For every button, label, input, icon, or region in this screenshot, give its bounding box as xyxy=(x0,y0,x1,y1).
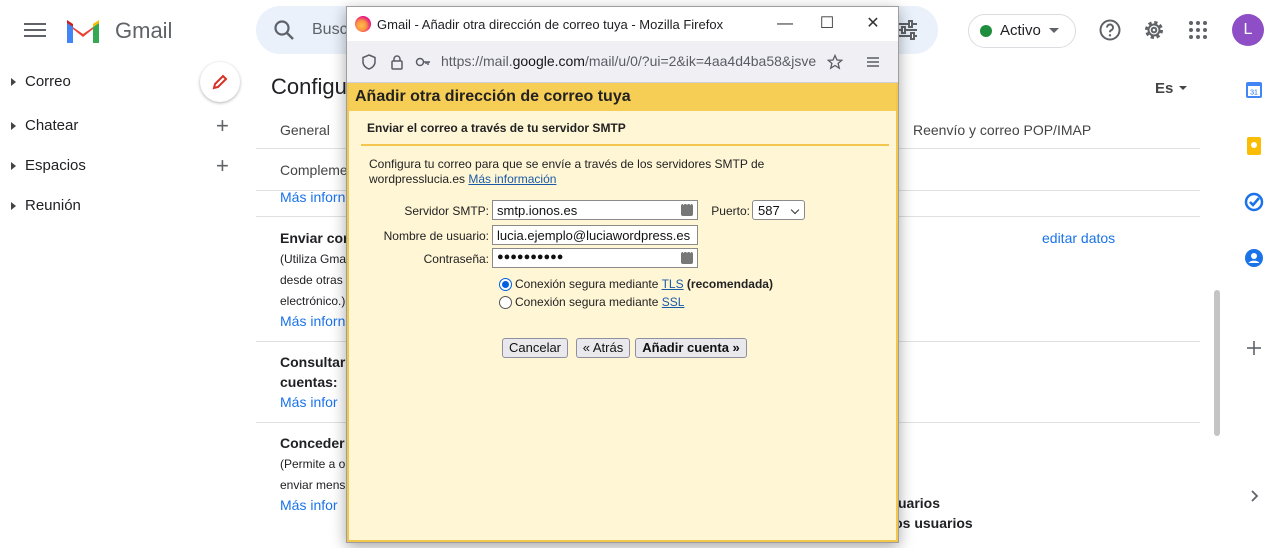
minimize-button[interactable]: — xyxy=(774,13,796,35)
add-space-icon[interactable]: + xyxy=(216,155,229,177)
gmail-logo-icon xyxy=(67,20,99,43)
send-as-desc-line: (Utiliza Gma xyxy=(280,252,347,266)
status-active-dot xyxy=(980,25,992,37)
expand-caret-icon[interactable] xyxy=(11,78,16,86)
expand-caret-icon[interactable] xyxy=(11,162,16,170)
more-info-link[interactable]: Más inforn xyxy=(280,189,345,205)
shield-icon[interactable] xyxy=(361,54,377,70)
status-caret-icon xyxy=(1049,28,1059,33)
page-title: Configu xyxy=(271,74,347,99)
back-button[interactable]: « Atrás xyxy=(576,338,630,358)
dialog-divider xyxy=(361,144,889,146)
status-label: Activo xyxy=(1000,22,1041,39)
chevron-down-icon[interactable] xyxy=(1179,86,1187,90)
dialog-subtitle: Enviar el correo a través de tu servidor… xyxy=(367,121,626,135)
sidebar-item-label: Chatear xyxy=(25,117,79,134)
gmail-logo-text: Gmail xyxy=(115,18,173,43)
option-label: uarios xyxy=(898,495,941,511)
ssl-radio[interactable] xyxy=(499,296,512,309)
more-info-link[interactable]: Más infor xyxy=(280,394,338,410)
more-info-link[interactable]: Más información xyxy=(468,172,556,186)
close-button[interactable]: ✕ xyxy=(862,13,884,35)
tab-forwarding[interactable]: Reenvío y correo POP/IMAP xyxy=(913,122,1091,138)
window-title: Gmail - Añadir otra dirección de correo … xyxy=(377,17,724,32)
sidebar-item-espacios[interactable]: Espacios + xyxy=(0,150,250,182)
password-manager-icon[interactable] xyxy=(681,249,693,264)
add-account-button[interactable]: Añadir cuenta » xyxy=(635,338,747,358)
key-icon[interactable] xyxy=(415,54,431,70)
port-label: Puerto: xyxy=(711,204,750,218)
pencil-icon xyxy=(212,74,228,90)
more-info-link[interactable]: Más infor xyxy=(280,497,338,513)
add-address-dialog: Añadir otra dirección de correo tuya Env… xyxy=(347,83,898,542)
grant-access-desc-line: enviar mens xyxy=(280,478,346,492)
expand-caret-icon[interactable] xyxy=(11,122,16,130)
port-select[interactable]: 587 xyxy=(752,200,805,220)
firefox-logo-icon xyxy=(355,16,371,32)
tls-radio-label[interactable]: Conexión segura mediante TLS (recomendad… xyxy=(515,277,773,291)
maximize-button[interactable]: ☐ xyxy=(816,13,838,35)
check-mail-title: Consultar xyxy=(280,354,346,370)
apps-grid-icon[interactable] xyxy=(1188,20,1208,40)
sidebar-item-chatear[interactable]: Chatear + xyxy=(0,110,250,142)
sidebar-item-label: Correo xyxy=(25,73,71,90)
edit-data-link[interactable]: editar datos xyxy=(1042,230,1115,246)
ssl-radio-label[interactable]: Conexión segura mediante SSL xyxy=(515,295,684,309)
send-as-desc-line: desde otras xyxy=(280,273,343,287)
send-as-title: Enviar cor xyxy=(280,230,349,246)
smtp-server-field[interactable]: smtp.ionos.es xyxy=(492,200,698,220)
bookmark-star-icon[interactable] xyxy=(827,54,843,70)
add-chat-icon[interactable]: + xyxy=(216,115,229,137)
username-label: Nombre de usuario: xyxy=(383,229,489,243)
chevron-down-icon xyxy=(790,205,800,215)
tasks-icon[interactable] xyxy=(1244,192,1264,212)
app-menu-icon[interactable] xyxy=(865,54,881,70)
url-text[interactable]: https://mail.google.com/mail/u/0/?ui=2&i… xyxy=(441,53,821,69)
window-titlebar[interactable]: Gmail - Añadir otra dirección de correo … xyxy=(347,7,898,41)
search-icon[interactable] xyxy=(272,18,296,42)
scrollbar[interactable] xyxy=(1214,290,1220,436)
help-icon[interactable] xyxy=(1098,18,1122,42)
cancel-button[interactable]: Cancelar xyxy=(502,338,568,358)
tls-radio[interactable] xyxy=(499,278,512,291)
firefox-popup-window: Gmail - Añadir otra dirección de correo … xyxy=(346,6,899,543)
tab-general[interactable]: General xyxy=(280,122,330,138)
smtp-server-label: Servidor SMTP: xyxy=(404,204,489,218)
dialog-description: Configura tu correo para que se envíe a … xyxy=(369,157,765,186)
url-bar: https://mail.google.com/mail/u/0/?ui=2&i… xyxy=(347,41,898,83)
sidebar-item-label: Reunión xyxy=(25,197,81,214)
lock-icon[interactable] xyxy=(389,54,405,70)
sidebar-item-label: Espacios xyxy=(25,157,86,174)
side-panel: 31 xyxy=(1226,62,1280,548)
chevron-right-icon[interactable] xyxy=(1244,486,1264,506)
more-info-link[interactable]: Más inforn xyxy=(280,313,345,329)
dialog-title: Añadir otra dirección de correo tuya xyxy=(355,88,631,105)
search-input[interactable]: Busc xyxy=(312,21,348,39)
gear-icon[interactable] xyxy=(1142,18,1166,42)
sidebar-item-reunion[interactable]: Reunión xyxy=(0,190,250,222)
password-field[interactable]: ●●●●●●●●●● xyxy=(492,248,698,268)
contacts-icon[interactable] xyxy=(1244,248,1264,268)
main-menu-button[interactable] xyxy=(24,20,46,40)
language-selector[interactable]: Es xyxy=(1155,80,1173,97)
add-addon-icon[interactable] xyxy=(1244,338,1264,358)
send-as-desc-line: electrónico.) xyxy=(280,294,346,308)
svg-text:31: 31 xyxy=(1250,90,1258,97)
grant-access-desc-line: (Permite a o xyxy=(280,457,346,471)
tab-complements[interactable]: Compleme xyxy=(280,162,348,178)
grant-access-title: Conceder a xyxy=(280,435,357,451)
dialog-header: Añadir otra dirección de correo tuya xyxy=(349,83,896,111)
password-label: Contraseña: xyxy=(423,252,489,266)
username-field[interactable]: lucia.ejemplo@luciawordpress.es xyxy=(492,225,698,245)
check-mail-title: cuentas: xyxy=(280,374,338,390)
account-avatar[interactable]: L xyxy=(1232,14,1264,46)
keep-icon[interactable] xyxy=(1244,136,1264,156)
password-manager-icon[interactable] xyxy=(681,201,693,216)
search-options-icon[interactable] xyxy=(896,18,920,42)
expand-caret-icon[interactable] xyxy=(11,202,16,210)
calendar-icon[interactable]: 31 xyxy=(1244,80,1264,100)
compose-button[interactable] xyxy=(200,62,240,102)
side-divider xyxy=(1253,318,1254,319)
